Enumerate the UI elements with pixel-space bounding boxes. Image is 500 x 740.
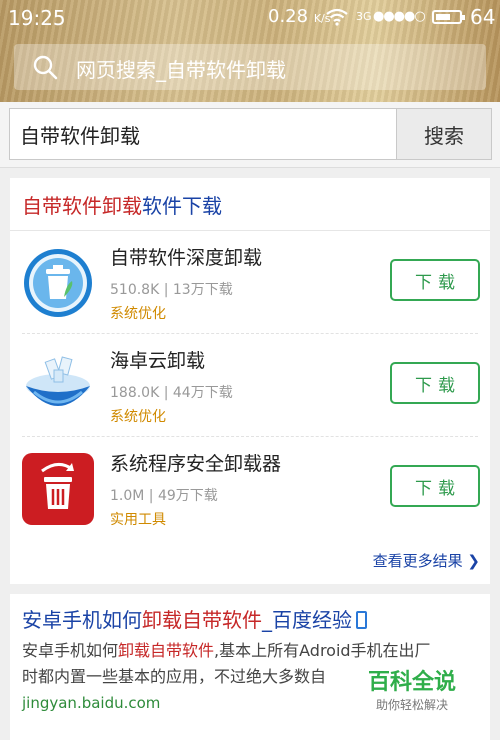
top-search-text: 网页搜索_自带软件卸载 <box>76 58 286 82</box>
search-icon <box>33 55 58 80</box>
battery-level: 64 <box>470 5 496 29</box>
search-button[interactable]: 搜索 <box>396 108 492 160</box>
result-title-pre: 安卓手机如何 <box>22 608 142 632</box>
app-item[interactable]: 自带软件深度卸载 510.8K | 13万下载 系统优化 下载 <box>10 231 490 334</box>
result-title-post: _百度经验 <box>262 608 352 632</box>
header: 19:25 0.28 K/s 3G ●●●●○ 64 网页搜索_自带软件卸载 <box>0 0 500 102</box>
download-button[interactable]: 下载 <box>390 259 480 301</box>
app-meta: 188.0K | 44万下载 <box>110 385 233 401</box>
snippet-post: ,基本上所有Adroid手机在出厂 <box>214 641 431 660</box>
app-meta: 1.0M | 49万下载 <box>110 488 218 504</box>
app-name: 系统程序安全卸载器 <box>110 453 282 475</box>
download-button[interactable]: 下载 <box>390 465 480 507</box>
battery-fill <box>436 14 451 20</box>
app-name: 自带软件深度卸载 <box>110 247 263 269</box>
wifi-icon <box>326 8 348 26</box>
card-title[interactable]: 自带软件卸载软件下载 <box>22 190 222 219</box>
watermark-title: 百科全说 <box>367 670 456 695</box>
status-bar: 19:25 0.28 K/s 3G ●●●●○ 64 <box>0 0 500 34</box>
globe-bowl-icon <box>26 356 90 406</box>
more-results-label: 查看更多结果 <box>372 552 463 570</box>
mobile-phone-icon <box>356 611 367 629</box>
card-title-rest: 软件下载 <box>142 194 222 218</box>
search-input[interactable] <box>9 108 397 160</box>
search-row: 搜索 <box>0 102 500 168</box>
app-meta: 510.8K | 13万下载 <box>110 282 233 298</box>
app-download-card: 自带软件卸载软件下载 自带软件深度卸载 510.8K | 13万下载 系统优化 … <box>10 178 490 584</box>
red-trash-icon <box>22 453 94 525</box>
result-title-highlight: 卸载自带软件 <box>142 608 262 632</box>
result-url: jingyan.baidu.com <box>22 694 161 712</box>
app-category: 系统优化 <box>110 409 166 425</box>
download-button[interactable]: 下载 <box>390 362 480 404</box>
snippet-highlight: 卸载自带软件 <box>118 641 215 660</box>
watermark-subtitle: 助你轻松解决 <box>375 698 448 712</box>
card-title-highlight: 自带软件卸载 <box>22 194 142 218</box>
app-category: 实用工具 <box>110 512 166 528</box>
trash-bin-icon <box>24 249 92 317</box>
battery-icon <box>432 10 465 24</box>
more-results-link[interactable]: 查看更多结果 ❯ <box>373 550 480 571</box>
watermark-logo: 百科全说 助你轻松解决 <box>352 660 472 719</box>
chevron-right-icon: ❯ <box>467 552 480 570</box>
speed-value: 0.28 <box>268 6 309 27</box>
status-time: 19:25 <box>8 6 66 30</box>
top-search-bar[interactable]: 网页搜索_自带软件卸载 <box>14 44 486 90</box>
network-type: 3G <box>356 10 372 23</box>
app-category: 系统优化 <box>110 306 166 322</box>
result-title-link[interactable]: 安卓手机如何卸载自带软件_百度经验 <box>22 604 367 633</box>
app-name: 海卓云卸载 <box>110 350 206 372</box>
signal-icon: ●●●●○ <box>373 9 426 24</box>
app-item[interactable]: 海卓云卸载 188.0K | 44万下载 系统优化 下载 <box>10 334 490 437</box>
app-item[interactable]: 系统程序安全卸载器 1.0M | 49万下载 实用工具 下载 <box>10 437 490 540</box>
network-speed: 0.28 K/s <box>268 6 330 27</box>
snippet-pre: 安卓手机如何 <box>22 641 119 660</box>
